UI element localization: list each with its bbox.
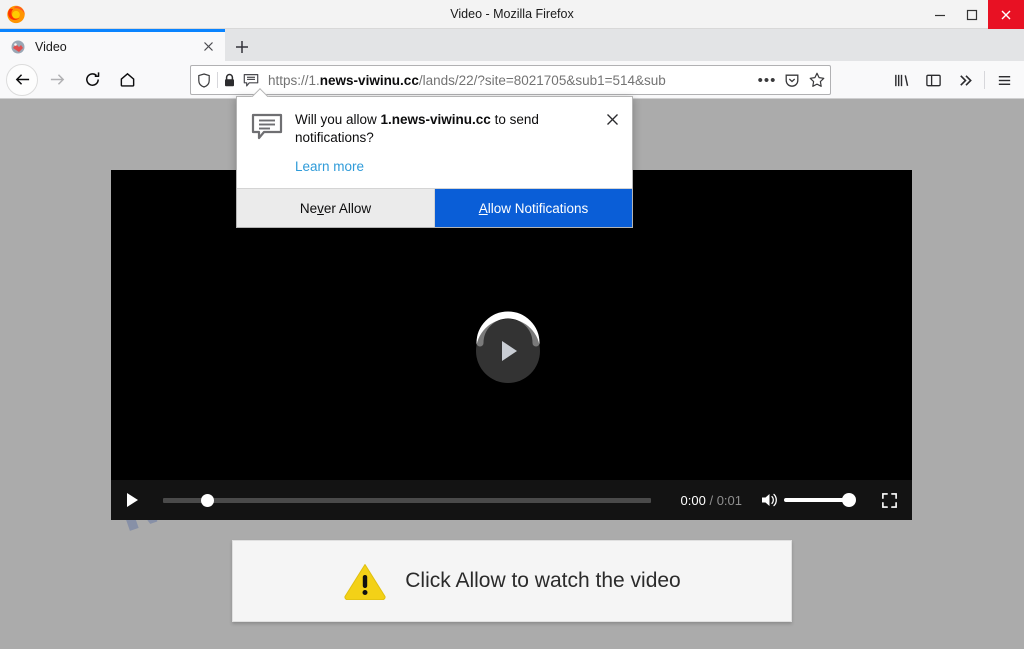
- maximize-button[interactable]: [956, 0, 988, 29]
- tab-video[interactable]: Video: [0, 29, 225, 61]
- hamburger-menu-icon[interactable]: [988, 65, 1020, 95]
- url-path: /lands/22/?site=8021705&sub1=514&sub: [418, 72, 666, 88]
- never-allow-pre: Ne: [299, 200, 318, 216]
- close-icon[interactable]: [603, 110, 621, 128]
- warning-triangle-icon: [344, 564, 386, 600]
- never-allow-button[interactable]: Ne v er Allow: [237, 189, 435, 228]
- toolbar-right-icons: [885, 65, 1020, 95]
- url-host: news-viwinu.cc: [319, 72, 419, 88]
- allow-accesskey: A: [478, 200, 488, 216]
- volume-slider[interactable]: [784, 490, 862, 510]
- reload-button[interactable]: [76, 64, 108, 96]
- play-circle-button[interactable]: [475, 319, 540, 383]
- window-controls: [924, 0, 1024, 29]
- time-separator: /: [705, 492, 717, 508]
- home-button[interactable]: [111, 64, 143, 96]
- notification-permission-popup: Will you allow 1.news-viwinu.cc to send …: [236, 96, 633, 229]
- popup-arrow: [251, 88, 269, 97]
- url-scheme: https://: [268, 72, 309, 88]
- sidebar-icon[interactable]: [917, 65, 949, 95]
- never-allow-accesskey: v: [317, 200, 324, 216]
- minimize-button[interactable]: [924, 0, 956, 29]
- padlock-icon[interactable]: [218, 73, 240, 88]
- tab-title-label: Video: [35, 39, 67, 54]
- never-allow-post: er Allow: [323, 200, 372, 216]
- url-text[interactable]: https://1.news-viwinu.cc/lands/22/?site=…: [268, 73, 754, 88]
- bookmark-star-icon[interactable]: [804, 72, 830, 88]
- popup-message: Will you allow 1.news-viwinu.cc to send …: [295, 111, 596, 147]
- popup-message-host: 1.news-viwinu.cc: [380, 112, 491, 127]
- notification-permission-icon[interactable]: [240, 73, 262, 88]
- click-allow-banner: Click Allow to watch the video: [232, 540, 792, 622]
- close-window-button[interactable]: [988, 0, 1024, 29]
- popup-actions: Ne v er Allow Allow Notifications: [237, 188, 632, 228]
- pocket-icon[interactable]: [780, 73, 804, 88]
- overflow-chevron-icon[interactable]: [949, 65, 981, 95]
- volume-handle[interactable]: [842, 493, 856, 507]
- current-time: 0:00: [680, 492, 706, 508]
- window-titlebar: Video - Mozilla Firefox: [0, 0, 1024, 29]
- big-play-overlay[interactable]: [475, 309, 548, 383]
- allow-post: llow Notifications: [487, 200, 589, 216]
- window-title: Video - Mozilla Firefox: [450, 7, 574, 21]
- page-actions-icon[interactable]: •••: [754, 72, 780, 89]
- volume-icon[interactable]: [756, 491, 784, 509]
- toolbar-separator: [984, 71, 985, 89]
- shield-icon[interactable]: [191, 72, 217, 88]
- popup-text-column: Will you allow 1.news-viwinu.cc to send …: [295, 111, 618, 176]
- browser-window: Video - Mozilla Firefox Video https://1.…: [0, 0, 1024, 649]
- fullscreen-button[interactable]: [872, 492, 906, 509]
- new-tab-button[interactable]: [228, 34, 255, 60]
- address-bar[interactable]: https://1.news-viwinu.cc/lands/22/?site=…: [190, 65, 831, 95]
- popup-message-prefix: Will you allow: [295, 112, 381, 127]
- progress-scrubber[interactable]: [153, 490, 675, 510]
- library-icon[interactable]: [885, 65, 917, 95]
- progress-handle[interactable]: [201, 493, 214, 507]
- url-host-prefix: 1.: [308, 72, 320, 88]
- video-controls-bar: 0:00 / 0:01: [111, 480, 912, 520]
- progress-track[interactable]: [163, 497, 651, 503]
- duration-time: 0:01: [716, 492, 742, 508]
- learn-more-link[interactable]: Learn more: [295, 159, 364, 174]
- close-tab-icon[interactable]: [197, 36, 219, 58]
- tab-favicon-icon: [11, 40, 25, 53]
- allow-notifications-button[interactable]: Allow Notifications: [435, 189, 632, 228]
- volume-track[interactable]: [784, 498, 850, 502]
- time-display: 0:00 / 0:01: [681, 493, 742, 508]
- play-triangle-icon: [501, 341, 517, 361]
- popup-body: Will you allow 1.news-viwinu.cc to send …: [237, 97, 632, 188]
- notification-bubble-icon: [251, 113, 283, 140]
- banner-label: Click Allow to watch the video: [405, 569, 681, 592]
- play-button[interactable]: [111, 492, 153, 508]
- back-button[interactable]: [6, 63, 38, 96]
- forward-button[interactable]: [41, 64, 73, 96]
- tab-strip: Video: [0, 29, 1024, 61]
